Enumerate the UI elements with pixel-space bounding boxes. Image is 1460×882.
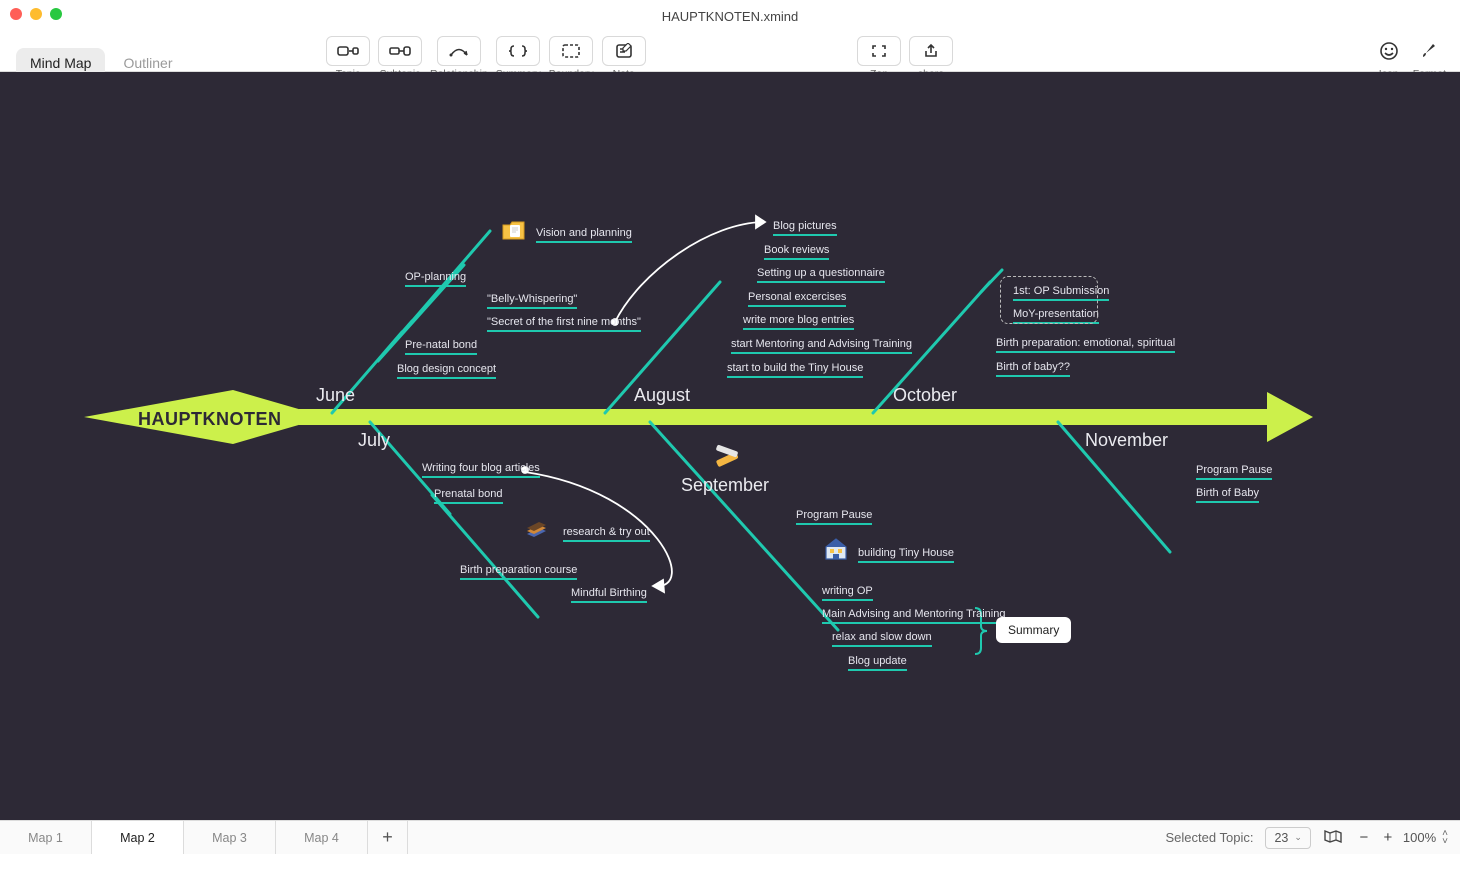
leaf-birth-baby-q[interactable]: Birth of baby?? <box>996 361 1070 373</box>
leaf-blog-pics[interactable]: Blog pictures <box>773 220 837 232</box>
summary-bubble[interactable]: Summary <box>996 617 1071 643</box>
ruler-pencil-icon <box>711 442 741 473</box>
sheet-map-3[interactable]: Map 3 <box>184 821 276 854</box>
leaf-writing-four[interactable]: Writing four blog articles <box>422 462 540 474</box>
leaf-research[interactable]: research & try out <box>563 526 650 538</box>
paintbrush-icon <box>1419 41 1439 61</box>
month-july[interactable]: July <box>358 430 390 451</box>
chevron-down-icon: ⌄ <box>1294 832 1302 843</box>
leaf-birth-course[interactable]: Birth preparation course <box>460 564 577 576</box>
relationship-icon <box>448 43 470 59</box>
root-topic[interactable]: HAUPTKNOTEN <box>138 409 282 430</box>
boundary-october[interactable] <box>1000 276 1098 324</box>
leaf-mentoring[interactable]: start Mentoring and Advising Training <box>731 338 912 350</box>
leaf-birth-prep[interactable]: Birth preparation: emotional, spiritual <box>996 337 1175 349</box>
fullscreen-icon <box>870 43 888 59</box>
sheet-map-2[interactable]: Map 2 <box>92 821 184 854</box>
sheet-map-4[interactable]: Map 4 <box>276 821 368 854</box>
leaf-secret[interactable]: "Secret of the first nine months" <box>487 316 641 328</box>
main-toolbar: Mind Map Outliner Topic Subtopic Relatio… <box>0 10 1460 72</box>
house-icon <box>822 534 850 565</box>
month-june[interactable]: June <box>316 385 355 406</box>
zoom-in-button[interactable]: + <box>1379 829 1397 846</box>
subtopic-icon <box>389 43 411 59</box>
leaf-birth-baby[interactable]: Birth of Baby <box>1196 487 1259 499</box>
selected-topic-label: Selected Topic: <box>1166 830 1254 845</box>
leaf-write-more[interactable]: write more blog entries <box>743 314 854 326</box>
leaf-questionnaire[interactable]: Setting up a questionnaire <box>757 267 885 279</box>
sheet-map-1[interactable]: Map 1 <box>0 821 92 854</box>
leaf-writing-op[interactable]: writing OP <box>822 585 873 597</box>
books-icon <box>524 517 550 544</box>
zoom-controls: − + 100% ˄˅ <box>1355 829 1448 846</box>
note-icon <box>615 43 633 59</box>
boundary-icon <box>561 43 581 59</box>
mindmap-canvas[interactable]: HAUPTKNOTEN June July August September O… <box>0 72 1460 820</box>
zoom-value: 100% <box>1403 830 1436 845</box>
leaf-blog-design[interactable]: Blog design concept <box>397 363 496 375</box>
leaf-sept-pause[interactable]: Program Pause <box>796 509 872 521</box>
month-september[interactable]: September <box>681 475 769 496</box>
zoom-stepper[interactable]: ˄˅ <box>1442 830 1448 846</box>
folder-icon <box>501 218 527 245</box>
leaf-belly[interactable]: "Belly-Whispering" <box>487 293 577 305</box>
spine-tail <box>1267 392 1313 442</box>
spine <box>299 409 1267 425</box>
leaf-vision[interactable]: Vision and planning <box>536 227 632 239</box>
zoom-out-button[interactable]: − <box>1355 829 1373 846</box>
leaf-blog-update[interactable]: Blog update <box>848 655 907 667</box>
topic-icon <box>337 43 359 59</box>
leaf-op-planning[interactable]: OP-planning <box>405 271 466 283</box>
summary-icon <box>508 43 528 59</box>
map-icon <box>1323 828 1343 844</box>
leaf-nov-pause[interactable]: Program Pause <box>1196 464 1272 476</box>
title-bar: HAUPTKNOTEN.xmind <box>0 0 1460 10</box>
topic-count-dropdown[interactable]: 23 ⌄ <box>1265 827 1310 849</box>
month-august[interactable]: August <box>634 385 690 406</box>
map-overview-button[interactable] <box>1323 828 1343 847</box>
leaf-prenatal-bond[interactable]: Pre-natal bond <box>405 339 477 351</box>
status-bar-right: Selected Topic: 23 ⌄ − + 100% ˄˅ <box>1166 821 1448 854</box>
share-icon <box>922 43 940 59</box>
leaf-build-tiny[interactable]: building Tiny House <box>858 547 954 559</box>
add-sheet-button[interactable]: + <box>368 821 408 854</box>
leaf-mentoring-main[interactable]: Main Advising and Mentoring Training <box>822 608 1005 620</box>
smiley-icon <box>1379 41 1399 61</box>
leaf-relax[interactable]: relax and slow down <box>832 631 932 643</box>
leaf-prenatal2[interactable]: Prenatal bond <box>434 488 503 500</box>
month-november[interactable]: November <box>1085 430 1168 451</box>
leaf-tiny-house[interactable]: start to build the Tiny House <box>727 362 863 374</box>
leaf-mindful[interactable]: Mindful Birthing <box>571 587 647 599</box>
sheet-bar: Map 1 Map 2 Map 3 Map 4 + Selected Topic… <box>0 820 1460 854</box>
leaf-personal-ex[interactable]: Personal excercises <box>748 291 846 303</box>
month-october[interactable]: October <box>893 385 957 406</box>
leaf-book-rev[interactable]: Book reviews <box>764 244 829 256</box>
